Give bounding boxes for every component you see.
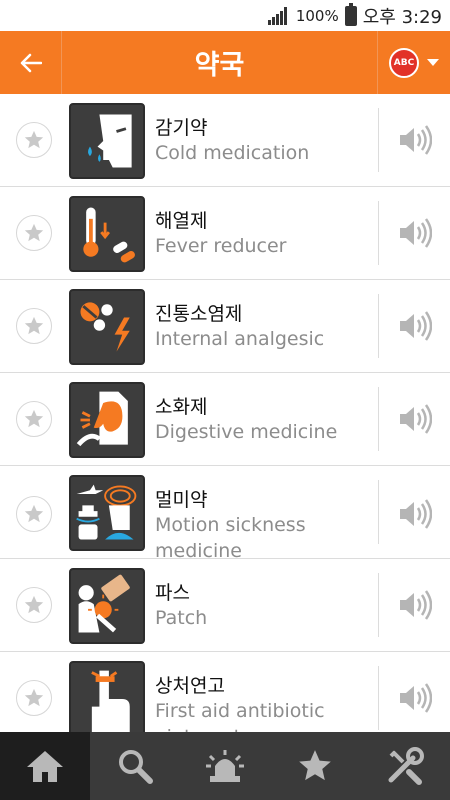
back-button[interactable] xyxy=(0,31,62,94)
back-arrow-icon xyxy=(20,53,42,72)
item-korean-label: 멀미약 xyxy=(155,489,208,511)
battery-percent: 100% xyxy=(295,6,339,25)
divider xyxy=(378,387,379,451)
favorite-star-button[interactable] xyxy=(16,215,52,251)
dropdown-caret-icon xyxy=(427,59,439,66)
item-korean-label: 파스 xyxy=(155,582,190,604)
favorites-star-icon xyxy=(299,750,331,781)
speaker-icon xyxy=(400,311,433,341)
favorite-star-button[interactable] xyxy=(16,587,52,623)
bottom-navigation xyxy=(0,732,450,800)
language-badge: ABC xyxy=(389,47,419,78)
item-korean-label: 진통소염제 xyxy=(155,303,243,325)
nav-search[interactable] xyxy=(90,732,180,800)
star-icon xyxy=(24,688,44,707)
search-icon xyxy=(119,750,153,784)
medicine-list: 감기약 Cold medication 해열제 Fever reducer 진통… xyxy=(0,94,450,732)
home-icon xyxy=(27,751,63,782)
list-item[interactable]: 해열제 Fever reducer xyxy=(0,187,450,280)
speaker-icon xyxy=(400,590,433,620)
nav-settings[interactable] xyxy=(360,732,450,800)
favorite-star-button[interactable] xyxy=(16,122,52,158)
speaker-icon xyxy=(400,404,433,434)
patch-icon xyxy=(69,568,145,644)
star-icon xyxy=(24,504,44,523)
ointment-icon xyxy=(69,661,145,732)
item-english-label: Motion sickness medicine xyxy=(155,514,306,562)
list-item[interactable]: 진통소염제 Internal analgesic xyxy=(0,280,450,373)
divider xyxy=(378,108,379,172)
status-bar: 100% 오후 3:29 xyxy=(0,0,450,31)
list-item[interactable]: 소화제 Digestive medicine xyxy=(0,373,450,466)
play-audio-button[interactable] xyxy=(396,215,433,251)
fever-reducer-icon xyxy=(69,196,145,272)
item-korean-label: 감기약 xyxy=(155,117,208,139)
play-audio-button[interactable] xyxy=(396,587,433,623)
list-item[interactable]: 감기약 Cold medication xyxy=(0,94,450,187)
play-audio-button[interactable] xyxy=(396,308,433,344)
favorite-star-button[interactable] xyxy=(16,308,52,344)
nav-emergency[interactable] xyxy=(180,732,270,800)
star-icon xyxy=(24,595,44,614)
language-selector[interactable]: ABC xyxy=(377,31,450,94)
item-english-label: Internal analgesic xyxy=(155,328,325,350)
list-item[interactable]: 멀미약 Motion sickness medicine xyxy=(0,466,450,562)
item-english-label: Patch xyxy=(155,607,208,629)
star-icon xyxy=(24,223,44,242)
settings-tools-icon xyxy=(388,747,424,785)
app-header: 약국 ABC xyxy=(0,31,450,94)
emergency-siren-icon xyxy=(206,750,244,782)
favorite-star-button[interactable] xyxy=(16,401,52,437)
star-icon xyxy=(24,316,44,335)
page-title: 약국 xyxy=(194,50,245,81)
star-icon xyxy=(24,130,44,149)
favorite-star-button[interactable] xyxy=(16,680,52,716)
speaker-icon xyxy=(400,683,433,713)
favorite-star-button[interactable] xyxy=(16,496,52,532)
item-english-label: Digestive medicine xyxy=(155,421,338,443)
play-audio-button[interactable] xyxy=(396,401,433,437)
speaker-icon xyxy=(400,499,433,529)
nav-favorites[interactable] xyxy=(270,732,360,800)
nav-home[interactable] xyxy=(0,732,90,800)
divider xyxy=(378,573,379,637)
item-english-label: First aid antibiotic ointment xyxy=(155,700,325,732)
clock: 오후 3:29 xyxy=(362,6,442,28)
cold-medication-icon xyxy=(69,103,145,179)
divider xyxy=(378,480,379,544)
list-item[interactable]: 파스 Patch xyxy=(0,559,450,652)
signal-icon xyxy=(267,6,290,25)
divider xyxy=(378,294,379,358)
item-english-label: Fever reducer xyxy=(155,235,287,257)
item-korean-label: 상처연고 xyxy=(155,675,225,697)
battery-icon xyxy=(344,2,357,26)
play-audio-button[interactable] xyxy=(396,680,433,716)
play-audio-button[interactable] xyxy=(396,496,433,532)
play-audio-button[interactable] xyxy=(396,122,433,158)
item-english-label: Cold medication xyxy=(155,142,310,164)
divider xyxy=(378,666,379,730)
item-korean-label: 소화제 xyxy=(155,396,208,418)
speaker-icon xyxy=(400,125,433,155)
star-icon xyxy=(24,409,44,428)
list-item[interactable]: 상처연고 First aid antibiotic ointment xyxy=(0,652,450,732)
motion-sickness-icon xyxy=(69,475,145,551)
digestive-icon xyxy=(69,382,145,458)
divider xyxy=(378,201,379,265)
item-korean-label: 해열제 xyxy=(155,210,208,232)
speaker-icon xyxy=(400,218,433,248)
analgesic-icon xyxy=(69,289,145,365)
